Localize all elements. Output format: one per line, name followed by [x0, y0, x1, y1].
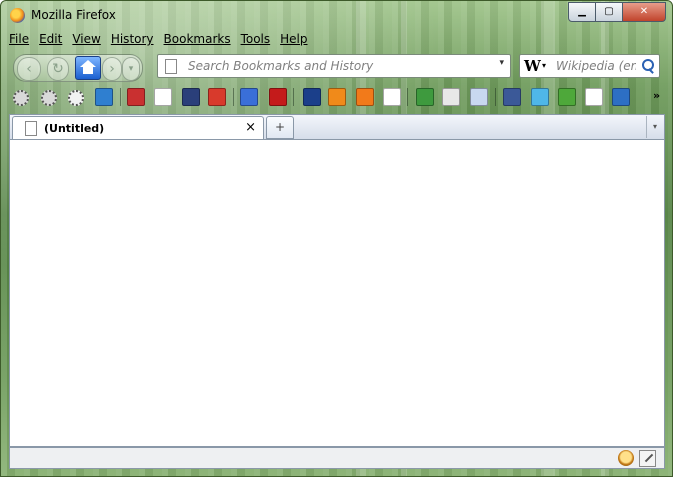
magnet-icon[interactable]: [328, 88, 346, 106]
history-dropdown-button[interactable]: ▾: [122, 57, 140, 81]
gear-icon[interactable]: [13, 90, 29, 106]
back-arrow-icon: ‹: [26, 61, 32, 77]
tab-strip: (Untitled) × + ▾: [9, 114, 665, 140]
menu-bar: File Edit View History Bookmarks Tools H…: [9, 31, 318, 49]
search-icon[interactable]: [641, 58, 655, 74]
forward-arrow-icon: ›: [109, 61, 115, 77]
menu-tools[interactable]: Tools: [241, 31, 271, 49]
notepad-icon[interactable]: [442, 88, 460, 106]
page-icon[interactable]: [383, 88, 401, 106]
firefox-logo-icon: [10, 8, 25, 23]
firefox-window: Mozilla Firefox ▁ ▢ ✕ File Edit View His…: [0, 0, 673, 477]
tab-list-button[interactable]: ▾: [646, 116, 663, 138]
close-button[interactable]: ✕: [622, 2, 666, 22]
notepad-status-icon[interactable]: [639, 450, 656, 467]
reload-button[interactable]: ↻: [47, 57, 69, 81]
youtube-icon[interactable]: [269, 88, 287, 106]
menu-tools-label: Tools: [240, 32, 271, 46]
menu-file-label: File: [9, 32, 30, 46]
search-engine-dropdown[interactable]: ▾: [542, 61, 546, 70]
menu-view-label: View: [72, 32, 101, 46]
menu-help[interactable]: Help: [280, 31, 307, 49]
search-bar[interactable]: W ▾: [519, 54, 660, 78]
menu-help-label: Help: [280, 32, 308, 46]
close-tab-icon[interactable]: ×: [245, 120, 256, 135]
minimize-button[interactable]: ▁: [568, 2, 596, 22]
tree-icon[interactable]: [416, 88, 434, 106]
url-input[interactable]: [188, 57, 488, 75]
navigation-toolbar: ‹ ↻ › ▾ ▾ W ▾: [1, 51, 672, 83]
search-input[interactable]: [556, 57, 636, 75]
window-title: Mozilla Firefox: [31, 8, 116, 22]
toolbar-separator: [407, 88, 408, 106]
bookmarks-overflow-button[interactable]: »: [653, 89, 660, 102]
menu-edit[interactable]: Edit: [39, 31, 62, 49]
menu-edit-label: Edit: [39, 32, 63, 46]
chevron-down-icon: ▾: [128, 64, 134, 74]
location-bar[interactable]: ▾: [157, 54, 511, 78]
back-button[interactable]: ‹: [17, 57, 41, 81]
toolbar-separator: [293, 88, 294, 106]
sk-icon[interactable]: [127, 88, 145, 106]
home-button[interactable]: [75, 56, 101, 80]
addon-status-icon[interactable]: [618, 450, 634, 466]
bookmark-icon[interactable]: [95, 88, 113, 106]
bookmarks-toolbar: »: [1, 85, 672, 109]
moon-icon[interactable]: [303, 88, 321, 106]
page-icon: [165, 59, 177, 74]
caption-buttons: ▁ ▢ ✕: [568, 2, 666, 22]
facebook-icon[interactable]: [503, 88, 521, 106]
book-icon[interactable]: [470, 88, 488, 106]
new-tab-button[interactable]: +: [266, 116, 294, 139]
shield-icon[interactable]: [208, 88, 226, 106]
menu-view[interactable]: View: [72, 31, 100, 49]
camera-icon[interactable]: [182, 88, 200, 106]
page-icon[interactable]: [585, 88, 603, 106]
puzzle-icon[interactable]: [558, 88, 576, 106]
title-bar[interactable]: Mozilla Firefox ▁ ▢ ✕: [1, 1, 672, 29]
menu-file[interactable]: File: [9, 31, 29, 49]
menu-bookmarks[interactable]: Bookmarks: [164, 31, 231, 49]
maximize-button[interactable]: ▢: [595, 2, 623, 22]
toolbar-separator: [233, 88, 234, 106]
menu-history-label: History: [110, 32, 154, 46]
forward-button[interactable]: ›: [102, 57, 122, 81]
screenshot-icon[interactable]: [612, 88, 630, 106]
gear-icon[interactable]: [68, 90, 84, 106]
navigation-buttons: ‹ ↻ › ▾: [13, 54, 143, 82]
reload-icon: ↻: [52, 61, 64, 77]
page-icon: [25, 121, 37, 136]
twitter-icon[interactable]: [531, 88, 549, 106]
menu-bookmarks-label: Bookmarks: [163, 32, 231, 46]
rss-icon[interactable]: [356, 88, 374, 106]
url-dropdown-button[interactable]: ▾: [499, 58, 504, 68]
google-icon[interactable]: [240, 88, 258, 106]
toolbar-separator: [120, 88, 121, 106]
page-icon[interactable]: [154, 88, 172, 106]
wikipedia-icon[interactable]: W: [524, 57, 541, 75]
toolbar-separator: [495, 88, 496, 106]
tab-untitled[interactable]: (Untitled) ×: [12, 116, 264, 139]
status-bar: [9, 447, 665, 469]
gear-icon[interactable]: [41, 90, 57, 106]
page-content[interactable]: [9, 140, 665, 447]
tab-title: (Untitled): [44, 122, 105, 135]
menu-history[interactable]: History: [111, 31, 154, 49]
